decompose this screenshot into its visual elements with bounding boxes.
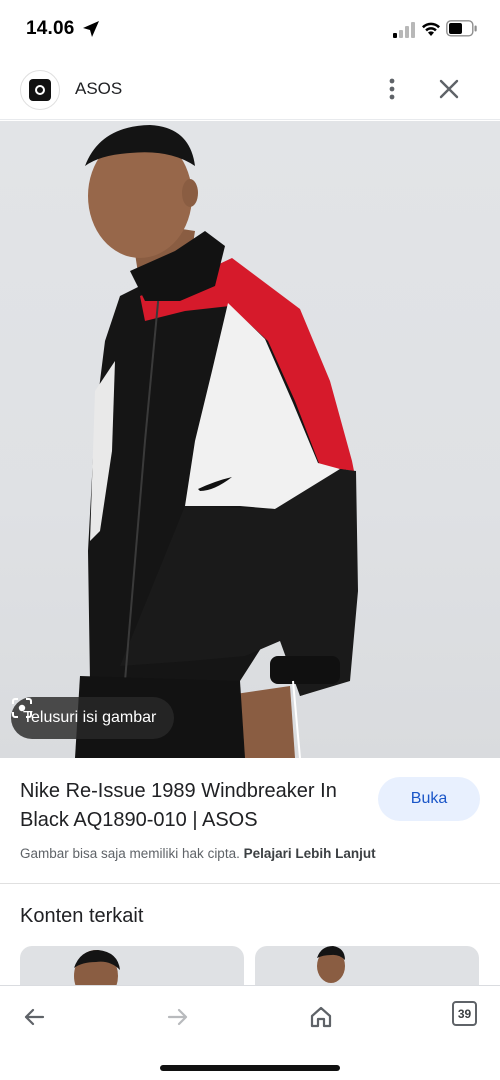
copyright-text: Gambar bisa saja memiliki hak cipta. [20,846,240,861]
more-vertical-icon[interactable] [380,76,404,102]
tab-switcher-button[interactable]: 39 [452,1001,477,1026]
bottom-toolbar: 39 [0,985,500,1080]
divider [0,883,500,884]
asos-logo-icon [20,70,60,110]
back-button[interactable] [18,1001,50,1033]
cellular-signal-icon [393,22,415,38]
product-title[interactable]: Nike Re-Issue 1989 Windbreaker In Black … [20,777,365,835]
status-time: 14.06 [26,18,75,39]
search-image-content-chip[interactable]: Telusuri isi gambar [11,697,175,739]
copyright-notice: Gambar bisa saja memiliki hak cipta. Pel… [20,846,376,861]
related-heading: Konten terkait [20,905,144,927]
site-name: ASOS [75,79,123,98]
forward-arrow-icon [167,1008,188,1026]
forward-button[interactable] [162,1001,194,1033]
close-icon[interactable] [437,77,461,101]
product-image[interactable]: Telusuri isi gambar [0,121,500,758]
back-arrow-icon [24,1008,45,1026]
site-header: ASOS [0,58,500,120]
location-arrow-icon [83,21,99,37]
lens-icon [12,698,32,718]
lens-chip-label: Telusuri isi gambar [23,709,157,726]
home-indicator [160,1065,340,1071]
home-icon [310,1006,332,1028]
jacket-photo [75,125,358,758]
open-button[interactable]: Buka [378,777,480,821]
status-bar: 14.06 [0,0,500,58]
home-button[interactable] [305,1001,337,1033]
battery-icon [446,20,477,37]
learn-more-link[interactable]: Pelajari Lebih Lanjut [244,846,376,861]
wifi-icon [422,22,440,36]
